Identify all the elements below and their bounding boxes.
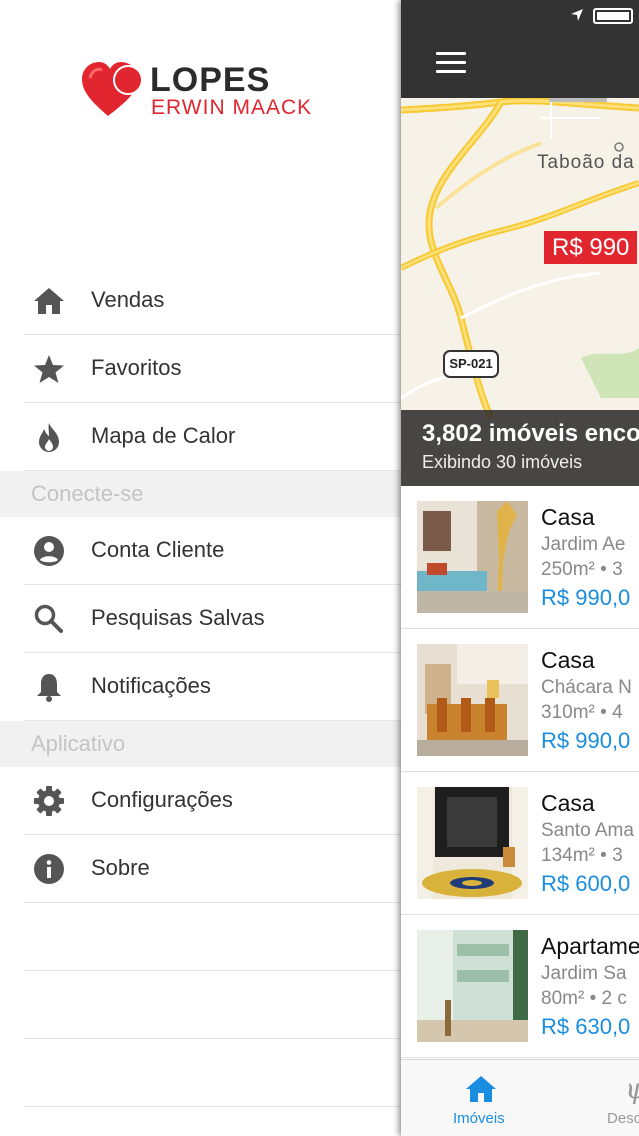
brand-subtitle: ERWIN MAACK [151, 96, 313, 119]
listing-neighborhood: Chácara N [541, 677, 632, 698]
listing-item[interactable]: Casa Santo Ama 134m² • 3 R$ 600,0 [401, 772, 639, 915]
section-title: Conecte-se [31, 481, 144, 506]
results-showing: Exibindo 30 imóveis [422, 452, 583, 472]
empty-row [24, 971, 401, 1039]
results-count-bar: 3,802 imóveis enco Exibindo 30 imóveis [401, 410, 639, 486]
lopes-logo: LOPES ERWIN MAACK [82, 62, 332, 122]
menu-item-favoritos[interactable]: Favoritos [24, 335, 401, 403]
property-photo [417, 501, 528, 613]
section-header-conecte-se: Conecte-se [0, 471, 401, 517]
hamburger-menu-icon[interactable] [436, 52, 466, 74]
listing-type: Apartame [541, 933, 639, 959]
property-photo [417, 644, 528, 756]
star-icon [34, 355, 64, 383]
account-icon [34, 536, 64, 566]
main-panel: Taboão da R$ 990 SP-021 3,802 imóveis en… [401, 0, 639, 1136]
listing-price: R$ 630,0 [541, 1014, 631, 1039]
listing-area: 134m² • 3 [541, 845, 623, 866]
tab-label: Desc [607, 1110, 639, 1127]
property-photo [417, 787, 528, 899]
bell-icon [37, 674, 61, 702]
info-icon [34, 854, 64, 884]
empty-row [24, 1039, 401, 1107]
heart-logo-icon [82, 62, 143, 116]
listing-type: Casa [541, 647, 595, 673]
menu-item-notificacoes[interactable]: Notificações [24, 653, 401, 721]
listing-area: 310m² • 4 [541, 702, 623, 723]
home-icon [466, 1076, 496, 1102]
listing-item[interactable]: Casa Chácara N 310m² • 4 R$ 990,0 [401, 629, 639, 772]
empty-row [24, 903, 401, 971]
script-icon: ψ [625, 1072, 639, 1105]
listing-neighborhood: Santo Ama [541, 820, 634, 841]
menu-item-label: Pesquisas Salvas [91, 605, 265, 630]
menu-item-mapa-de-calor[interactable]: Mapa de Calor [24, 403, 401, 471]
gear-icon [34, 786, 64, 816]
listing-area: 250m² • 3 [541, 559, 623, 580]
tab-imoveis[interactable]: Imóveis [445, 1072, 517, 1132]
listing-type: Casa [541, 504, 595, 530]
road-badge: SP-021 [443, 350, 499, 378]
results-count: 3,802 imóveis enco [422, 420, 639, 447]
menu-item-sobre[interactable]: Sobre [24, 835, 401, 903]
search-icon [34, 604, 63, 633]
section-title: Aplicativo [31, 731, 126, 756]
listing-price: R$ 600,0 [541, 871, 631, 896]
location-arrow-icon [571, 9, 583, 21]
menu-item-pesquisas-salvas[interactable]: Pesquisas Salvas [24, 585, 401, 653]
listing-price: R$ 990,0 [541, 585, 631, 610]
menu-item-label: Conta Cliente [91, 537, 225, 562]
menu-item-vendas[interactable]: Vendas [24, 267, 401, 335]
listing-area: 80m² • 2 c [541, 988, 627, 1009]
listing-price: R$ 990,0 [541, 728, 631, 753]
tab-desc[interactable]: ψ Desc [607, 1072, 639, 1132]
tab-bar: Imóveis ψ Desc [401, 1059, 639, 1136]
battery-icon [593, 8, 633, 24]
menu-item-label: Configurações [91, 787, 233, 812]
side-menu: LOPES ERWIN MAACK Vendas Favoritos Mapa … [0, 0, 401, 1136]
menu-item-label: Mapa de Calor [91, 423, 236, 448]
property-photo [417, 930, 528, 1042]
map-city-label: Taboão da [537, 152, 635, 173]
listing-neighborhood: Jardim Sa [541, 963, 627, 984]
tab-label: Imóveis [453, 1110, 505, 1127]
nav-bar [401, 0, 639, 98]
map-view[interactable]: Taboão da R$ 990 SP-021 3,802 imóveis en… [401, 98, 639, 486]
listing-item[interactable]: Casa Jardim Ae 250m² • 3 R$ 990,0 [401, 486, 639, 629]
menu-item-label: Favoritos [91, 355, 182, 380]
menu-item-configuracoes[interactable]: Configurações [24, 767, 401, 835]
listing-type: Casa [541, 790, 595, 816]
menu-item-label: Sobre [91, 855, 150, 880]
home-icon [34, 288, 64, 314]
brand-name: LOPES [150, 61, 271, 99]
menu-item-label: Notificações [91, 673, 211, 698]
section-header-aplicativo: Aplicativo [0, 721, 401, 767]
listing-neighborhood: Jardim Ae [541, 534, 626, 555]
flame-icon [39, 423, 59, 452]
menu-item-label: Vendas [91, 287, 165, 312]
listing-item[interactable]: Apartame Jardim Sa 80m² • 2 c R$ 630,0 [401, 915, 639, 1058]
menu-item-conta-cliente[interactable]: Conta Cliente [24, 517, 401, 585]
map-price-pin[interactable]: R$ 990 [544, 231, 638, 264]
